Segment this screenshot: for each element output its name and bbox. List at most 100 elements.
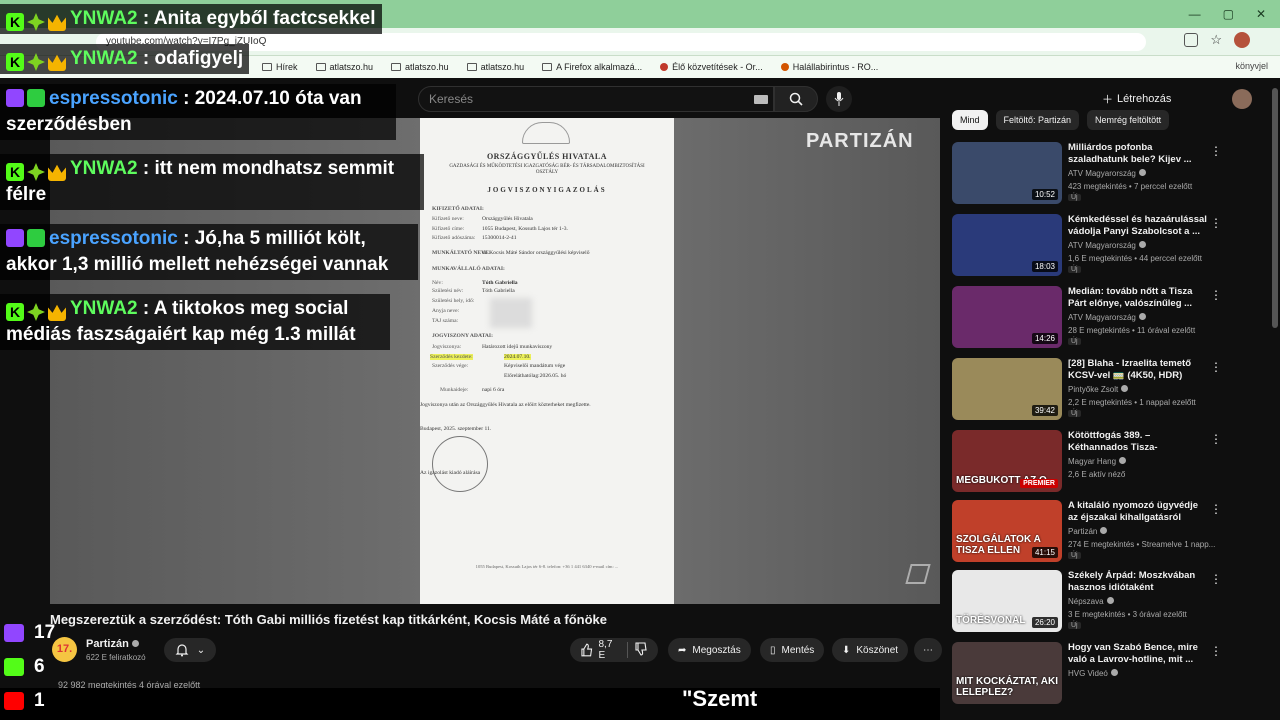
bookmark-item[interactable]: Halállabirintus - RO... xyxy=(780,62,878,72)
channel-label: ATV Magyarország xyxy=(1068,241,1136,250)
other-bookmarks[interactable]: könyvjel xyxy=(1235,61,1268,71)
more-vertical-icon[interactable]: ⋮ xyxy=(1210,644,1222,658)
recommendation-channel[interactable]: Pintyőke Zsolt xyxy=(1068,385,1129,394)
more-vertical-icon[interactable]: ⋮ xyxy=(1210,216,1222,230)
recommendation-title[interactable]: Székely Árpád: Moszkvában hasznos idióta… xyxy=(1068,570,1208,594)
user-badges: K xyxy=(6,13,66,31)
video-thumbnail[interactable]: MIT KOCKÁZTAT, AKI LELEPLEZ? xyxy=(952,642,1062,704)
dislike-button[interactable] xyxy=(634,641,648,659)
close-icon[interactable]: ✕ xyxy=(1256,7,1266,21)
recommendation-item[interactable]: SZOLGÁLATOK A TISZA ELLEN 41:15 A kitaláló… xyxy=(952,500,1270,564)
video-thumbnail[interactable]: 39:42 xyxy=(952,358,1062,420)
more-vertical-icon[interactable]: ⋮ xyxy=(1210,288,1222,302)
recommendation-channel[interactable]: Népszava xyxy=(1068,597,1114,606)
new-badge: Új xyxy=(1068,194,1081,201)
screen-cast-icon[interactable] xyxy=(1184,33,1199,47)
keyboard-icon[interactable] xyxy=(754,95,768,104)
recommendation-title[interactable]: [28] Blaha - Izraelita temető KCSV-vel 🚃… xyxy=(1068,358,1208,382)
recommendation-item[interactable]: TÖRÉSVONAL 26:20 Székely Árpád: Moszkvában… xyxy=(952,570,1270,634)
bookmark-item[interactable]: atlatszo.hu xyxy=(466,62,524,72)
browser-profile-avatar[interactable] xyxy=(1234,32,1250,48)
document-title: JOGVISZONYIGAZOLÁS xyxy=(487,186,607,194)
recommendation-channel[interactable]: ATV Magyarország xyxy=(1068,241,1146,250)
doc-value: Képviselői mandátum vége xyxy=(504,363,566,369)
video-thumbnail[interactable]: SZOLGÁLATOK A TISZA ELLEN 41:15 xyxy=(952,500,1062,562)
check-badge-icon xyxy=(27,229,45,247)
doc-label: Születési hely, idő: xyxy=(432,298,475,304)
recommendation-title[interactable]: Kémkedéssel és hazaárulással vádolja Pan… xyxy=(1068,214,1208,238)
more-vertical-icon[interactable]: ⋮ xyxy=(1210,360,1222,374)
video-thumbnail[interactable]: 14:26 xyxy=(952,286,1062,348)
voice-search-button[interactable] xyxy=(826,86,852,112)
kick-icon: K xyxy=(6,303,24,321)
bookmark-item[interactable]: atlatszo.hu xyxy=(391,62,449,72)
doc-label: Kifizető neve: xyxy=(432,216,464,222)
channel-avatar[interactable]: 17. xyxy=(52,637,77,662)
chat-message: K YNWA2 : itt nem mondhatsz semmit félre xyxy=(0,154,424,210)
recommendation-title[interactable]: A kitaláló nyomozó ügyvédje az éjszakai … xyxy=(1068,500,1208,524)
bookmark-item[interactable]: Élő közvetítések - Or... xyxy=(660,62,763,72)
more-vertical-icon[interactable]: ⋮ xyxy=(1210,144,1222,158)
star-badge-icon xyxy=(27,303,45,321)
like-dislike-group: 8,7 E xyxy=(570,638,658,662)
doc-label: Születési név: xyxy=(432,288,464,294)
search-button[interactable] xyxy=(774,86,818,112)
recommendation-title[interactable]: Medián: tovább nőtt a Tisza Párt előnye,… xyxy=(1068,286,1208,310)
save-button[interactable]: ▯ Mentés xyxy=(760,638,825,662)
document-subheading: GAZDASÁGI ÉS MŰKÖDTETÉSI IGAZGATÓSÁG BÉR… xyxy=(449,164,645,175)
create-button[interactable]: ＋ Létrehozás xyxy=(1102,88,1171,110)
section-contract: JOGVISZONY ADATAI: xyxy=(432,333,493,339)
recommendation-channel[interactable]: ATV Magyarország xyxy=(1068,169,1146,178)
more-actions-button[interactable]: ⋯ xyxy=(914,638,942,662)
video-thumbnail[interactable]: 10:52 xyxy=(952,142,1062,204)
chat-text-wrap: médiás faszságaiért kap még 1.3 millát xyxy=(6,324,356,345)
channel-label: Partizán xyxy=(1068,527,1098,536)
recommendation-item[interactable]: MEGBUKOTT AZ O PREMIER Kötöttfogás 389. – … xyxy=(952,430,1270,494)
recommendation-item[interactable]: 10:52 Milliárdos pofonba szaladhatunk bel… xyxy=(952,142,1270,206)
recommendation-channel[interactable]: ATV Magyarország xyxy=(1068,313,1146,322)
channel-name[interactable]: Partizán xyxy=(86,638,139,650)
bookmark-item[interactable]: Hírek xyxy=(262,62,298,72)
notification-bell-button[interactable]: ⌄ xyxy=(164,638,216,662)
recommendation-channel[interactable]: HVG Videó xyxy=(1068,669,1118,678)
recommendation-title[interactable]: Kötöttfogás 389. – Kéthannados Tisza-győ… xyxy=(1068,430,1208,454)
maximize-icon[interactable]: ▢ xyxy=(1223,7,1234,21)
recommendation-item[interactable]: 39:42 [28] Blaha - Izraelita temető KCSV-… xyxy=(952,358,1270,422)
scrollbar[interactable] xyxy=(1272,88,1278,328)
video-thumbnail[interactable]: TÖRÉSVONAL 26:20 xyxy=(952,570,1062,632)
recommendation-channel[interactable]: Magyar Hang xyxy=(1068,457,1127,466)
doc-value: napi 6 óra xyxy=(482,387,505,393)
thanks-button[interactable]: ⬇ Köszönet xyxy=(832,638,909,662)
minimize-icon[interactable]: — xyxy=(1189,7,1201,21)
url-field[interactable]: youtube.com/watch?v=I7Pg_iZUIoQ xyxy=(96,33,1146,51)
verified-icon xyxy=(1138,169,1146,176)
chip-uploader[interactable]: Feltöltő: Partizán xyxy=(995,110,1080,130)
more-vertical-icon[interactable]: ⋮ xyxy=(1210,572,1222,586)
chat-username: espressotonic xyxy=(49,88,178,109)
chat-username: YNWA2 xyxy=(70,48,138,69)
more-vertical-icon[interactable]: ⋮ xyxy=(1210,502,1222,516)
like-button[interactable]: 8,7 E xyxy=(580,639,621,661)
recommendation-item[interactable]: 14:26 Medián: tovább nőtt a Tisza Párt el… xyxy=(952,286,1270,350)
verified-icon xyxy=(1119,457,1127,464)
recommendation-channel[interactable]: Partizán xyxy=(1068,527,1108,536)
recommendation-title[interactable]: Hogy van Szabó Bence, mire való a Lavrov… xyxy=(1068,642,1208,666)
account-avatar[interactable] xyxy=(1232,89,1252,109)
recommendation-title[interactable]: Milliárdos pofonba szaladhatunk bele? Ki… xyxy=(1068,142,1208,166)
search-input[interactable]: Keresés xyxy=(418,86,774,112)
bookmark-item[interactable]: atlatszo.hu xyxy=(315,62,373,72)
more-vertical-icon[interactable]: ⋮ xyxy=(1210,432,1222,446)
video-thumbnail[interactable]: 18:03 xyxy=(952,214,1062,276)
recommendation-meta: 1,6 E megtekintés • 44 perccel ezelőtt xyxy=(1068,254,1202,263)
thumbs-down-icon xyxy=(635,641,647,656)
chip-all[interactable]: Mind xyxy=(952,110,988,130)
kick-icon: K xyxy=(6,13,24,31)
chip-recent[interactable]: Nemrég feltöltött xyxy=(1087,110,1170,130)
video-thumbnail[interactable]: MEGBUKOTT AZ O PREMIER xyxy=(952,430,1062,492)
recommendation-item[interactable]: 18:03 Kémkedéssel és hazaárulással vádolj… xyxy=(952,214,1270,278)
plus-icon: ＋ xyxy=(1102,94,1113,106)
share-button[interactable]: ➦ Megosztás xyxy=(668,638,751,662)
recommendation-item[interactable]: MIT KOCKÁZTAT, AKI LELEPLEZ? Hogy van Sza… xyxy=(952,642,1270,706)
star-icon[interactable]: ☆ xyxy=(1210,32,1222,48)
bookmark-item[interactable]: A Firefox alkalmazá... xyxy=(542,62,642,72)
